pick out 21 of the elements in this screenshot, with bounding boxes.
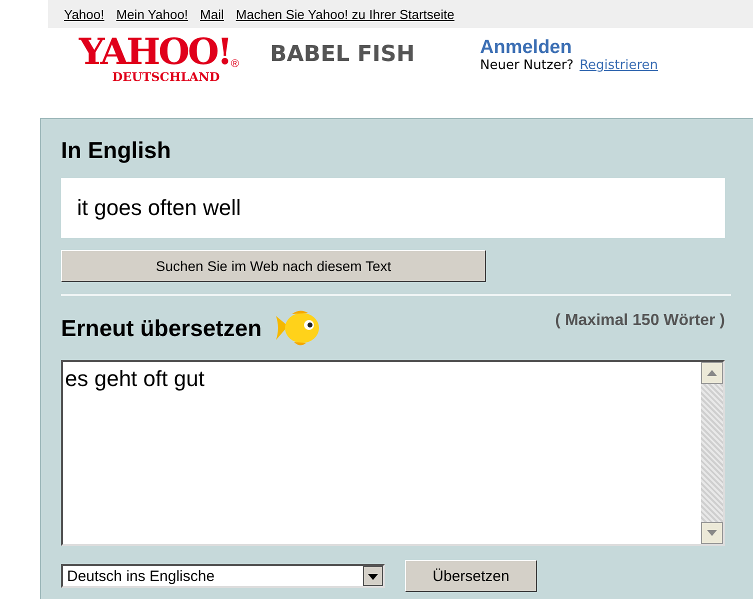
word-limit-note: ( Maximal 150 Wörter ): [555, 312, 725, 330]
product-name: BABEL FISH: [270, 42, 416, 67]
section-heading: In English: [61, 137, 172, 164]
fish-icon: [274, 308, 322, 348]
register-link[interactable]: Registrieren: [580, 58, 658, 73]
nav-link[interactable]: Mein Yahoo!: [116, 6, 188, 22]
source-text-field[interactable]: es geht oft gut: [61, 360, 725, 546]
sign-in-link[interactable]: Anmelden: [480, 38, 658, 58]
nav-link[interactable]: Mail: [200, 6, 224, 22]
registered-mark: ®: [230, 58, 239, 70]
section-heading: Erneut übersetzen: [61, 314, 262, 342]
translation-result: it goes often well: [61, 178, 725, 238]
web-search-button[interactable]: Suchen Sie im Web nach diesem Text: [61, 250, 486, 282]
logo-wordmark: YAHOO!: [79, 34, 231, 70]
translate-button[interactable]: Übersetzen: [405, 560, 537, 592]
language-dropdown[interactable]: Deutsch ins Englische: [61, 564, 385, 588]
scrollbar[interactable]: [701, 362, 723, 544]
nav-link[interactable]: Machen Sie Yahoo! zu Ihrer Startseite: [236, 6, 454, 22]
new-user-label: Neuer Nutzer?: [480, 58, 574, 73]
logo-region: DEUTSCHLAND: [112, 70, 220, 84]
nav-link[interactable]: Yahoo!: [64, 6, 104, 22]
